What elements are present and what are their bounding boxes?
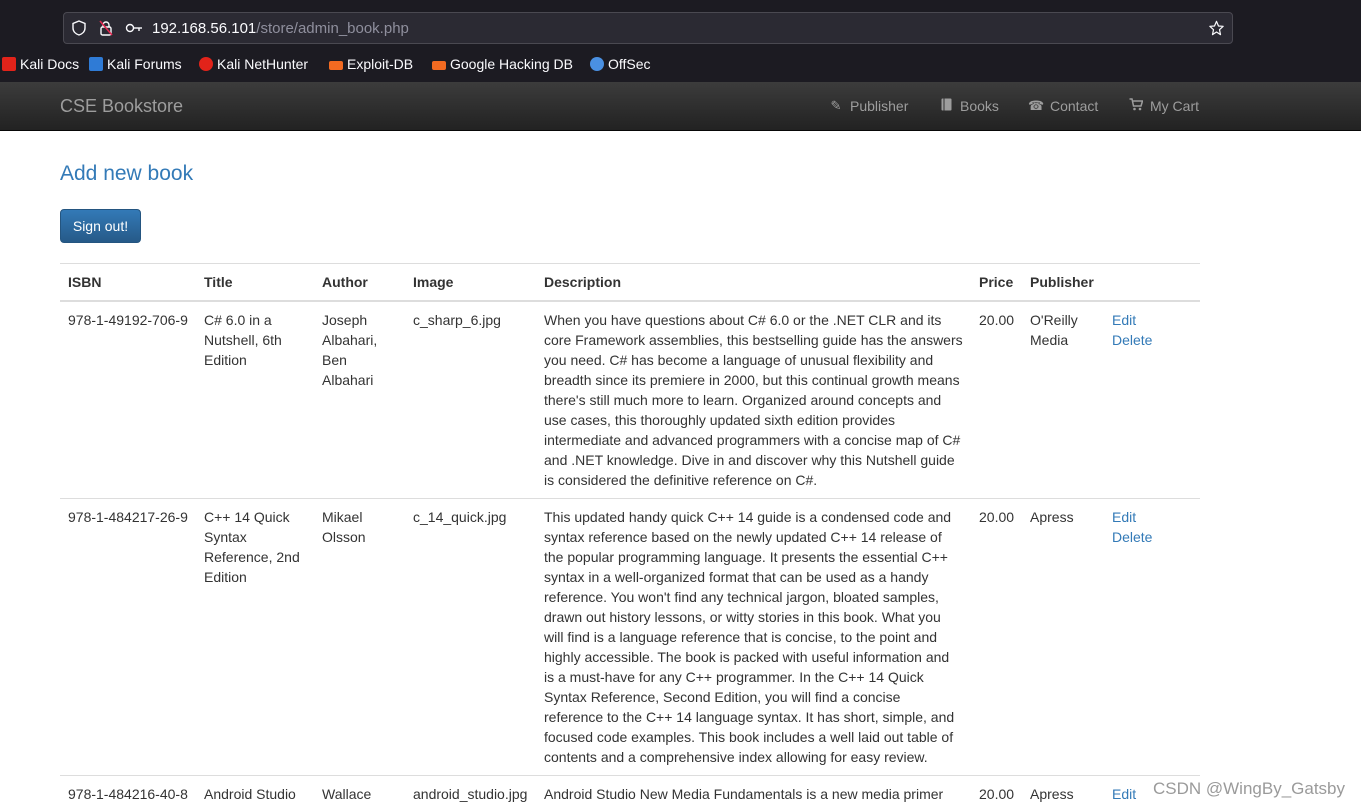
bookmark-star-icon[interactable] xyxy=(1208,20,1225,40)
kali-nethunter-icon xyxy=(199,57,213,71)
cell-description: When you have questions about C# 6.0 or … xyxy=(536,300,971,499)
table-row: 978-1-484216-40-8 Android Studio Wallace… xyxy=(60,775,1200,808)
add-new-book-link[interactable]: Add new book xyxy=(60,162,193,186)
cell-actions: Edit Delete xyxy=(1104,300,1200,499)
bookmark-exploit-db[interactable]: Exploit-DB xyxy=(329,55,413,73)
cell-description: Android Studio New Media Fundamentals is… xyxy=(536,775,971,808)
offsec-icon xyxy=(590,57,604,71)
nav-label: Books xyxy=(960,98,999,114)
site-navbar: CSE Bookstore ✎ Publisher Books ☎ Contact … xyxy=(0,82,1361,131)
cell-isbn: 978-1-49192-706-9 xyxy=(60,300,196,499)
delete-link[interactable]: Delete xyxy=(1112,529,1152,545)
nav-publisher[interactable]: ✎ Publisher xyxy=(828,98,909,114)
bookmark-label: Kali Forums xyxy=(107,56,182,72)
ghdb-icon xyxy=(432,60,446,70)
cart-icon xyxy=(1128,98,1144,114)
cell-publisher: O'Reilly Media xyxy=(1022,300,1104,499)
bookmark-label: Exploit-DB xyxy=(347,56,414,72)
column-header-actions xyxy=(1104,263,1200,302)
bookmark-label: Kali Docs xyxy=(20,56,80,72)
cell-image: c_14_quick.jpg xyxy=(405,498,536,776)
bookmark-google-hacking-db[interactable]: Google Hacking DB xyxy=(432,55,573,73)
column-header-publisher: Publisher xyxy=(1022,263,1104,302)
phone-icon: ☎ xyxy=(1028,98,1045,113)
url-path: /store/admin_book.php xyxy=(256,20,409,37)
insecure-lock-icon[interactable] xyxy=(99,20,113,40)
address-bar[interactable]: 192.168.56.101/store/admin_book.php xyxy=(63,12,1233,44)
cell-author: Joseph Albahari, Ben Albahari xyxy=(314,300,405,499)
cell-author: Wallace xyxy=(314,775,405,808)
cell-title: C++ 14 Quick Syntax Reference, 2nd Editi… xyxy=(196,498,314,776)
exploit-db-icon xyxy=(329,60,343,70)
url-text[interactable]: 192.168.56.101/store/admin_book.php xyxy=(152,20,409,37)
table-row: 978-1-484217-26-9 C++ 14 Quick Syntax Re… xyxy=(60,498,1200,776)
bookmark-kali-forums[interactable]: Kali Forums xyxy=(89,55,182,73)
bookmark-kali-docs[interactable]: Kali Docs xyxy=(2,55,79,73)
kali-forums-icon xyxy=(89,57,103,71)
cell-price: 20.00 xyxy=(971,300,1022,499)
cell-author: Mikael Olsson xyxy=(314,498,405,776)
pencil-icon: ✎ xyxy=(830,98,842,113)
cell-title: Android Studio xyxy=(196,775,314,808)
column-header-isbn: ISBN xyxy=(60,263,196,302)
cell-image: android_studio.jpg xyxy=(405,775,536,808)
nav-my-cart[interactable]: My Cart xyxy=(1128,98,1199,114)
column-header-description: Description xyxy=(536,263,971,302)
shield-icon[interactable] xyxy=(72,20,86,40)
column-header-image: Image xyxy=(405,263,536,302)
cell-image: c_sharp_6.jpg xyxy=(405,300,536,499)
nav-label: My Cart xyxy=(1150,98,1199,114)
nav-books[interactable]: Books xyxy=(938,98,999,114)
bookmark-offsec[interactable]: OffSec xyxy=(590,55,651,73)
bookmark-label: Google Hacking DB xyxy=(450,56,573,72)
cell-isbn: 978-1-484216-40-8 xyxy=(60,775,196,808)
bookmark-kali-nethunter[interactable]: Kali NetHunter xyxy=(199,55,308,73)
edit-link[interactable]: Edit xyxy=(1112,786,1136,802)
watermark: CSDN @WingBy_Gatsby xyxy=(1152,779,1345,798)
delete-link[interactable]: Delete xyxy=(1112,332,1152,348)
books-table: ISBN Title Author Image Description Pric… xyxy=(60,263,1200,808)
cell-publisher: Apress xyxy=(1022,498,1104,776)
kali-docs-icon xyxy=(2,57,16,71)
nav-label: Contact xyxy=(1050,98,1099,114)
cell-title: C# 6.0 in a Nutshell, 6th Edition xyxy=(196,300,314,499)
edit-link[interactable]: Edit xyxy=(1112,312,1136,328)
cell-description: This updated handy quick C++ 14 guide is… xyxy=(536,498,971,776)
cell-isbn: 978-1-484217-26-9 xyxy=(60,498,196,776)
cell-price: 20.00 xyxy=(971,775,1022,808)
nav-label: Publisher xyxy=(850,98,909,114)
column-header-author: Author xyxy=(314,263,405,302)
browser-toolbar: 192.168.56.101/store/admin_book.php xyxy=(0,0,1361,46)
table-header-row: ISBN Title Author Image Description Pric… xyxy=(60,263,1200,302)
cell-publisher: Apress xyxy=(1022,775,1104,808)
edit-link[interactable]: Edit xyxy=(1112,509,1136,525)
book-icon xyxy=(938,98,954,114)
column-header-title: Title xyxy=(196,263,314,302)
cell-actions: Edit Delete xyxy=(1104,498,1200,776)
key-icon[interactable] xyxy=(125,20,143,40)
bookmark-label: OffSec xyxy=(608,56,651,72)
nav-contact[interactable]: ☎ Contact xyxy=(1028,98,1098,114)
bookmarks-toolbar: Kali Docs Kali Forums Kali NetHunter Exp… xyxy=(0,46,1361,82)
brand-link[interactable]: CSE Bookstore xyxy=(60,96,183,117)
column-header-price: Price xyxy=(971,263,1022,302)
table-row: 978-1-49192-706-9 C# 6.0 in a Nutshell, … xyxy=(60,300,1200,499)
sign-out-button[interactable]: Sign out! xyxy=(60,209,141,243)
bookmark-label: Kali NetHunter xyxy=(217,56,309,72)
url-host: 192.168.56.101 xyxy=(152,20,257,37)
cell-price: 20.00 xyxy=(971,498,1022,776)
